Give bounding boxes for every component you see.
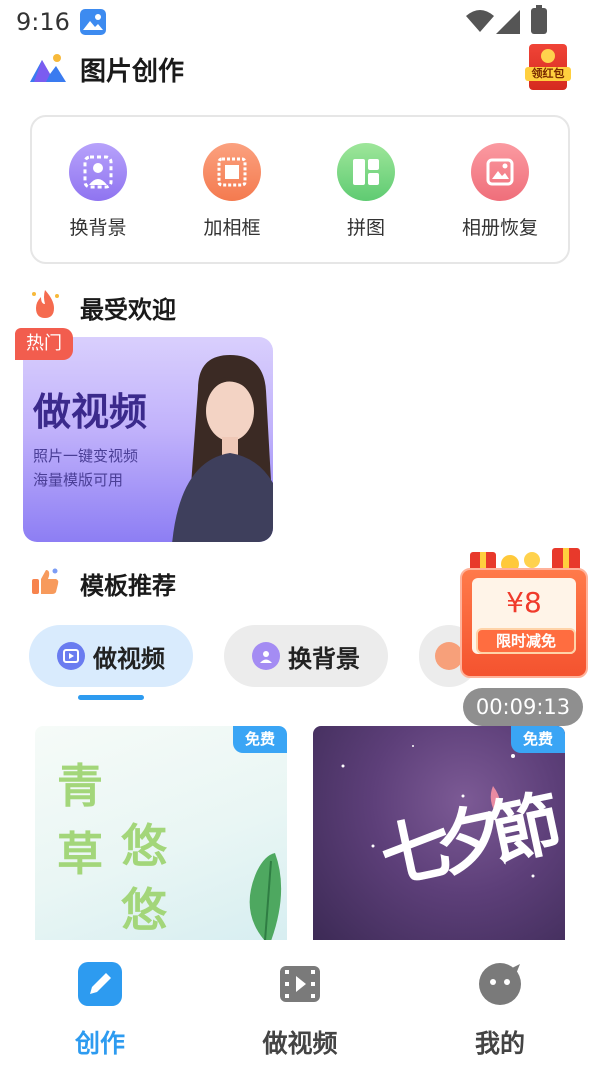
nav-label: 我的 xyxy=(474,1029,525,1058)
free-badge: 免费 xyxy=(233,726,287,753)
template-art-char: 悠 xyxy=(121,819,167,873)
hot-badge: 热门 xyxy=(15,328,73,360)
template-card[interactable]: 七夕節 免费 xyxy=(313,726,565,940)
chat-face-icon xyxy=(479,963,521,1005)
tool-label: 加相框 xyxy=(203,217,261,239)
nav-make-video[interactable]: 做视频 xyxy=(230,960,370,1060)
offer-price: ¥8 xyxy=(506,586,542,619)
tool-change-background[interactable]: 换背景 xyxy=(43,143,153,240)
promo-subtitle-1: 照片一键变视频 xyxy=(33,447,139,465)
tab-make-video[interactable]: 做视频 xyxy=(29,625,193,687)
offer-label: 限时减免 xyxy=(476,628,576,654)
tool-label: 换背景 xyxy=(69,217,127,239)
make-video-promo-card[interactable]: 做视频 照片一键变视频 海量模版可用 xyxy=(23,337,273,542)
frame-icon xyxy=(203,143,261,201)
bottom-nav: 创作 做视频 我的 xyxy=(0,940,600,1066)
pencil-icon xyxy=(78,962,122,1006)
nav-mine[interactable]: 我的 xyxy=(430,960,570,1060)
template-card[interactable]: 青 草 悠 悠 免费 xyxy=(35,726,287,940)
template-art-char: 青 xyxy=(57,759,103,813)
video-tab-icon xyxy=(57,642,85,670)
tools-card: 换背景 加相框 拼图 相册恢复 xyxy=(30,115,570,264)
countdown-timer: 00:09:13 xyxy=(463,688,583,726)
wifi-icon xyxy=(466,10,494,32)
photo-restore-icon xyxy=(471,143,529,201)
popular-section-title: 最受欢迎 xyxy=(80,296,176,324)
red-packet-label: 领红包 xyxy=(525,67,571,81)
tool-label: 相册恢复 xyxy=(461,217,538,239)
tab-label: 换背景 xyxy=(288,644,360,673)
tab-indicator xyxy=(78,695,144,700)
template-art-char: 悠 xyxy=(121,883,167,937)
template-art-char: 草 xyxy=(57,827,103,881)
templates-section-title: 模板推荐 xyxy=(80,572,176,600)
battery-icon xyxy=(531,5,547,34)
tool-add-frame[interactable]: 加相框 xyxy=(177,143,287,240)
app-logo-icon xyxy=(30,54,66,82)
tool-collage[interactable]: 拼图 xyxy=(311,143,421,240)
coin-icon xyxy=(541,49,555,63)
promo-title: 做视频 xyxy=(33,390,148,434)
model-portrait-image xyxy=(172,355,273,542)
tool-label: 拼图 xyxy=(346,217,385,239)
free-badge: 免费 xyxy=(511,726,565,753)
limited-offer-widget[interactable]: ¥8 限时减免 xyxy=(458,540,590,682)
tab-change-background[interactable]: 换背景 xyxy=(224,625,388,687)
red-packet-button[interactable]: 领红包 xyxy=(525,44,571,90)
nav-label: 做视频 xyxy=(262,1029,338,1058)
promo-subtitle-2: 海量模版可用 xyxy=(33,471,124,489)
nav-create[interactable]: 创作 xyxy=(30,960,170,1060)
nav-label: 创作 xyxy=(74,1029,125,1058)
person-silhouette-icon xyxy=(69,143,127,201)
thumbs-up-icon xyxy=(32,568,59,594)
status-time: 9:16 xyxy=(16,8,70,36)
tab-label: 做视频 xyxy=(93,644,165,673)
status-bar: 9:16 xyxy=(0,0,600,46)
collage-icon xyxy=(337,143,395,201)
signal-icon xyxy=(496,10,520,34)
page-title: 图片创作 xyxy=(80,57,185,87)
leaf-decoration xyxy=(249,853,282,940)
flame-icon xyxy=(32,290,59,318)
gallery-notification-icon xyxy=(80,9,106,35)
header: 图片创作 领红包 xyxy=(0,44,600,94)
offer-box: ¥8 限时减免 xyxy=(460,568,588,678)
person-tab-icon xyxy=(252,642,280,670)
video-icon xyxy=(280,966,320,1002)
tool-photo-restore[interactable]: 相册恢复 xyxy=(445,143,555,240)
